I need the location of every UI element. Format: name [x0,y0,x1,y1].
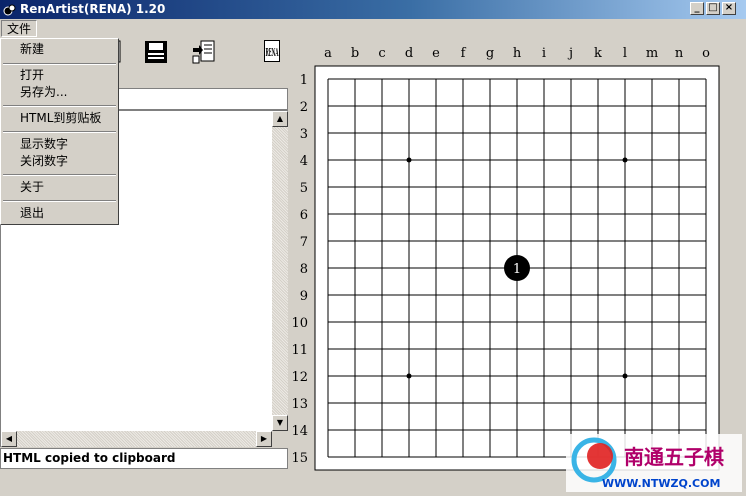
column-label: a [324,46,332,61]
row-label: 3 [300,127,308,142]
horizontal-scrollbar[interactable]: ◀ ▶ [1,431,272,447]
row-label: 10 [291,316,308,331]
save-icon[interactable] [144,40,168,64]
menu-bar: 文件 [0,19,746,38]
export-icon[interactable] [192,40,216,64]
column-label: c [378,46,385,61]
star-point [406,157,412,163]
row-label: 4 [300,154,308,169]
row-label: 1 [300,73,308,88]
scroll-up-button[interactable]: ▲ [272,111,288,127]
menu-separator [3,131,116,133]
scroll-right-button[interactable]: ▶ [256,431,272,447]
stone-number: 1 [513,262,521,277]
scrollbar-corner [272,431,288,447]
menu-item-html-to-clipboard[interactable]: HTML到剪贴板 [20,110,101,126]
menu-separator [3,200,116,202]
watermark: 南通五子棋 WWW.NTWZQ.COM [566,434,742,492]
menu-file[interactable]: 文件 [1,20,38,37]
row-label: 6 [300,208,308,223]
column-label: e [432,46,440,61]
column-label: l [623,46,627,61]
row-label: 8 [300,262,308,277]
column-label: f [461,46,467,61]
menu-item-new[interactable]: 新建 [20,41,44,57]
maximize-button[interactable]: □ [706,2,720,15]
window-title: RenArtist(RENA) 1.20 [20,2,166,16]
column-label: o [702,46,710,61]
rena-logo-text: RENA [266,46,279,59]
menu-item-exit[interactable]: 退出 [20,205,44,221]
column-label: j [567,46,573,61]
scroll-left-button[interactable]: ◀ [1,431,17,447]
menu-item-hide-numbers[interactable]: 关闭数字 [20,153,68,169]
board-area: a b c d e f g h i j k l m n o 1 2 3 4 5 6 7 8 9 10 11 12 13 14 15 1 [290,40,746,496]
gomoku-board[interactable]: a b c d e f g h i j k l m n o1234567891011121314151 [290,40,746,476]
star-point [622,157,628,163]
scroll-down-button[interactable]: ▼ [272,415,288,431]
menu-item-save-as[interactable]: 另存为... [20,84,67,100]
menu-item-show-numbers[interactable]: 显示数字 [20,136,68,152]
row-label: 12 [291,370,308,385]
row-label: 15 [291,451,308,466]
star-point [406,373,412,379]
column-label: i [542,46,546,61]
file-menu-dropdown: 新建 打开 另存为... HTML到剪贴板 显示数字 关闭数字 关于 退出 [0,38,119,225]
info-field[interactable] [100,88,288,110]
column-label: h [513,46,522,61]
rena-logo-icon[interactable]: RENA [264,40,280,64]
row-label: 11 [291,343,308,358]
menu-item-open[interactable]: 打开 [20,67,44,83]
row-label: 7 [300,235,308,250]
watermark-url: WWW.NTWZQ.COM [602,477,720,490]
menu-separator [3,105,116,107]
column-label: d [405,46,413,61]
row-label: 13 [291,397,308,412]
minimize-button[interactable]: _ [690,2,704,15]
row-label: 14 [291,424,308,439]
title-bar: RenArtist(RENA) 1.20 _ □ × [0,0,746,19]
column-label: n [675,46,684,61]
menu-separator [3,174,116,176]
menu-item-about[interactable]: 关于 [20,179,44,195]
close-button[interactable]: × [722,2,736,15]
watermark-title: 南通五子棋 [624,445,724,469]
vertical-scrollbar[interactable]: ▲ ▼ [272,111,288,431]
row-label: 5 [300,181,308,196]
app-icon [3,4,16,16]
column-label: m [646,46,658,61]
column-label: g [486,46,494,61]
column-label: k [594,46,602,61]
column-label: b [351,46,359,61]
star-point [622,373,628,379]
status-message: HTML copied to clipboard [0,448,288,469]
menu-separator [3,63,116,65]
watermark-logo-icon: 南通五子棋 WWW.NTWZQ.COM [566,434,742,492]
row-label: 2 [300,100,308,115]
row-label: 9 [300,289,308,304]
